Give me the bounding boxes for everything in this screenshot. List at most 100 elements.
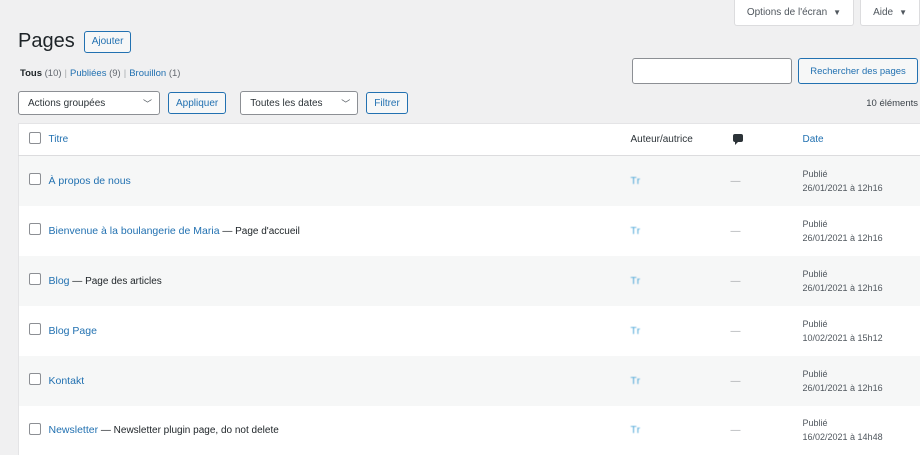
row-date: 16/02/2021 à 14h48 bbox=[802, 432, 883, 443]
screen-options-label: Options de l'écran bbox=[746, 7, 828, 18]
row-status: Publié bbox=[802, 418, 828, 429]
row-checkbox[interactable] bbox=[29, 273, 41, 285]
row-status: Publié bbox=[802, 368, 828, 379]
row-author-cell: Tr bbox=[631, 256, 729, 306]
row-state: — Page d'accueil bbox=[219, 225, 300, 237]
row-date: 26/01/2021 à 12h16 bbox=[802, 282, 883, 293]
row-author-cell: Tr bbox=[631, 356, 729, 406]
bulk-actions-value: Actions groupées bbox=[28, 97, 106, 109]
status-views: Tous (10) | Publiées (9) | Brouillon (1) bbox=[20, 68, 180, 79]
caret-down-icon: ▼ bbox=[899, 8, 907, 17]
view-published[interactable]: Publiées (9) bbox=[70, 68, 121, 79]
row-title-link[interactable]: Bienvenue à la boulangerie de Maria bbox=[49, 225, 220, 237]
row-comments: — bbox=[730, 425, 741, 437]
row-date-cell: Publié 16/02/2021 à 14h48 bbox=[803, 406, 920, 455]
row-checkbox[interactable] bbox=[29, 173, 41, 186]
row-comments: — bbox=[730, 325, 741, 337]
dates-filter-select[interactable]: Toutes les dates ﹀ bbox=[240, 91, 359, 115]
help-button[interactable]: Aide ▼ bbox=[860, 0, 920, 26]
row-title-cell: À propos de nous bbox=[49, 156, 631, 206]
row-date: 10/02/2021 à 15h12 bbox=[802, 332, 883, 343]
row-comments-cell: — bbox=[729, 356, 803, 406]
view-separator: | bbox=[123, 68, 127, 79]
row-date-cell: Publié 26/01/2021 à 12h16 bbox=[803, 206, 920, 256]
select-all-cell bbox=[19, 124, 49, 156]
page-title: Pages bbox=[18, 30, 75, 52]
row-checkbox[interactable] bbox=[29, 422, 41, 435]
row-date: 26/01/2021 à 12h16 bbox=[802, 182, 883, 193]
view-drafts[interactable]: Brouillon (1) bbox=[129, 68, 180, 79]
row-title-cell: Newsletter — Newsletter plugin page, do … bbox=[49, 406, 631, 455]
tablenav-top: Actions groupées ﹀ Appliquer Toutes les … bbox=[18, 91, 920, 115]
author-column-header: Auteur/autrice bbox=[630, 134, 693, 145]
add-page-button[interactable]: Ajouter bbox=[83, 30, 132, 53]
row-date: 26/01/2021 à 12h16 bbox=[802, 382, 883, 393]
row-author-cell: Tr bbox=[631, 206, 729, 256]
comment-bubble-icon bbox=[732, 134, 743, 145]
chevron-down-icon: ﹀ bbox=[142, 98, 152, 109]
title-column-header: Titre bbox=[49, 124, 631, 156]
row-author-cell: Tr bbox=[631, 156, 729, 206]
row-author-link[interactable]: Tr bbox=[631, 276, 641, 287]
chevron-down-icon: ﹀ bbox=[341, 98, 351, 109]
table-row: À propos de nous Tr — Publié 26/01/2021 à… bbox=[18, 155, 920, 206]
row-title-link[interactable]: Blog Page bbox=[49, 325, 97, 337]
row-state: — Newsletter plugin page, do not delete bbox=[98, 425, 279, 437]
row-title-cell: Kontakt bbox=[49, 356, 631, 406]
row-checkbox-cell bbox=[19, 156, 49, 206]
caret-down-icon: ▼ bbox=[833, 8, 842, 17]
row-title-link[interactable]: Newsletter bbox=[49, 424, 99, 436]
row-checkbox[interactable] bbox=[29, 223, 41, 235]
select-all-checkbox[interactable] bbox=[29, 132, 41, 144]
row-author-link[interactable]: Tr bbox=[631, 226, 641, 237]
view-drafts-count: (1) bbox=[168, 68, 181, 79]
row-status: Publié bbox=[802, 268, 828, 279]
row-checkbox-cell bbox=[19, 206, 49, 256]
items-count: 10 éléments bbox=[866, 97, 918, 109]
row-title-link[interactable]: Blog bbox=[49, 275, 70, 287]
row-comments: — bbox=[730, 375, 741, 387]
row-author-link[interactable]: Tr bbox=[631, 376, 641, 387]
bulk-actions-select[interactable]: Actions groupées ﹀ bbox=[18, 91, 160, 115]
table-header-row: Titre Auteur/autrice Date bbox=[18, 124, 920, 156]
screen-meta: Options de l'écran ▼ Aide ▼ bbox=[733, 0, 920, 26]
row-checkbox-cell bbox=[19, 356, 49, 406]
view-all[interactable]: Tous (10) bbox=[20, 68, 62, 79]
row-checkbox[interactable] bbox=[29, 373, 41, 385]
view-published-count: (9) bbox=[109, 68, 121, 79]
row-title-cell: Bienvenue à la boulangerie de Maria — Pa… bbox=[49, 206, 631, 256]
apply-button[interactable]: Appliquer bbox=[168, 92, 227, 114]
row-checkbox[interactable] bbox=[29, 323, 41, 335]
screen-options-button[interactable]: Options de l'écran ▼ bbox=[733, 0, 855, 26]
pages-table: Titre Auteur/autrice Date À propos de no… bbox=[18, 123, 920, 455]
row-title-link[interactable]: Kontakt bbox=[49, 375, 85, 387]
row-comments-cell: — bbox=[729, 156, 803, 206]
row-date-cell: Publié 26/01/2021 à 12h16 bbox=[803, 156, 920, 206]
row-date-cell: Publié 10/02/2021 à 15h12 bbox=[803, 306, 920, 356]
date-column-header: Date bbox=[803, 124, 920, 156]
view-all-count: (10) bbox=[44, 68, 62, 79]
sort-by-title-link[interactable]: Titre bbox=[49, 134, 69, 145]
view-separator: | bbox=[64, 68, 68, 79]
row-author-link[interactable]: Tr bbox=[631, 176, 641, 187]
row-author-cell: Tr bbox=[631, 406, 729, 455]
search-pages-button[interactable]: Rechercher des pages bbox=[798, 58, 918, 84]
view-published-label: Publiées bbox=[70, 68, 107, 79]
row-author-link[interactable]: Tr bbox=[631, 425, 641, 436]
row-date: 26/01/2021 à 12h16 bbox=[802, 232, 883, 243]
view-all-label: Tous bbox=[20, 68, 42, 79]
filter-button[interactable]: Filtrer bbox=[366, 92, 408, 114]
search-box: Rechercher des pages bbox=[632, 58, 918, 84]
view-drafts-label: Brouillon bbox=[129, 68, 167, 79]
search-input[interactable] bbox=[632, 58, 792, 84]
dates-filter-value: Toutes les dates bbox=[250, 97, 323, 109]
table-row: Newsletter — Newsletter plugin page, do … bbox=[18, 405, 920, 455]
row-checkbox-cell bbox=[19, 256, 49, 306]
row-title-cell: Blog — Page des articles bbox=[49, 256, 631, 306]
row-title-cell: Blog Page bbox=[49, 306, 631, 356]
row-title-link[interactable]: À propos de nous bbox=[49, 175, 131, 187]
row-checkbox-cell bbox=[19, 406, 49, 455]
row-status: Publié bbox=[802, 168, 828, 179]
sort-by-date-link[interactable]: Date bbox=[803, 134, 824, 145]
row-author-link[interactable]: Tr bbox=[631, 326, 641, 337]
